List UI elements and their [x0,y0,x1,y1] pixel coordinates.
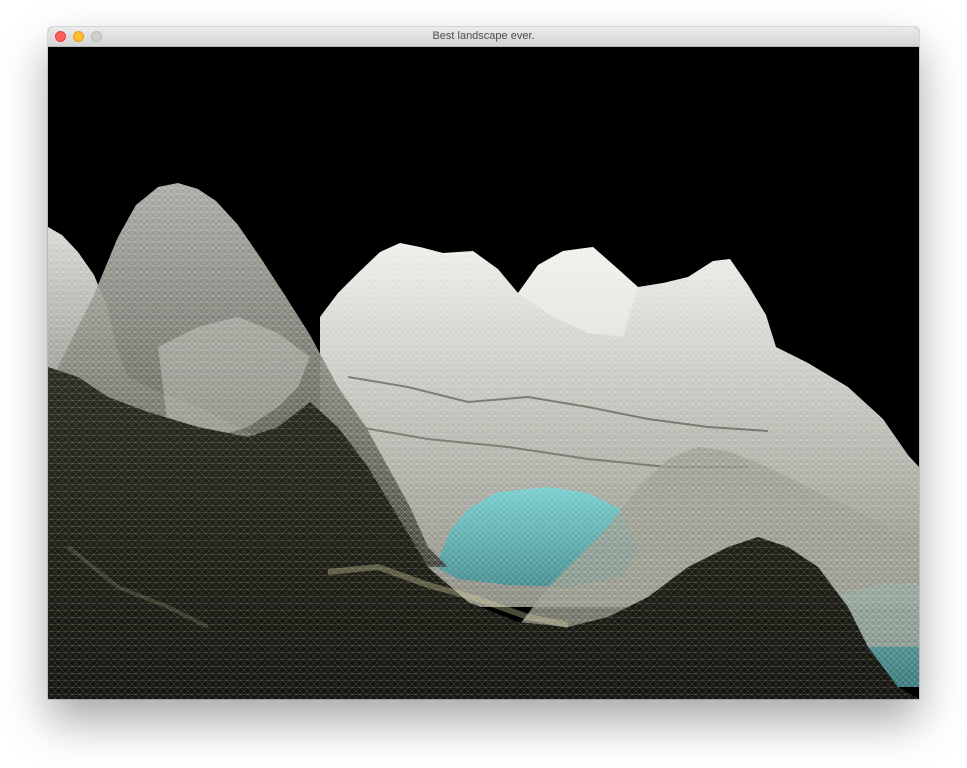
app-window: Best landscape ever. [48,27,919,699]
title-bar[interactable]: Best landscape ever. [48,27,919,47]
render-viewport[interactable] [48,47,919,699]
terrain-canvas [48,183,919,699]
window-title: Best landscape ever. [432,30,535,42]
